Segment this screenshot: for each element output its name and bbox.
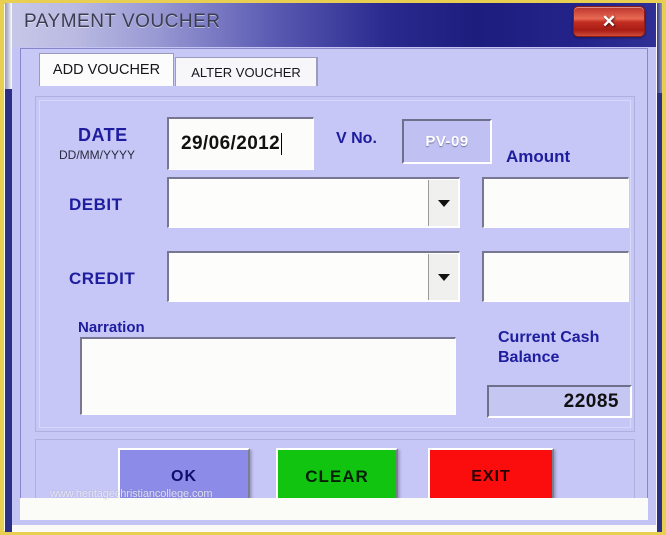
tab-alter-voucher-label: ALTER VOUCHER bbox=[191, 64, 301, 80]
close-button[interactable]: ✕ bbox=[573, 6, 645, 37]
credit-dropdown[interactable] bbox=[167, 251, 460, 302]
cash-balance-display: 22085 bbox=[487, 385, 632, 418]
tab-add-voucher-label: ADD VOUCHER bbox=[52, 62, 161, 78]
tab-add-voucher[interactable]: ADD VOUCHER bbox=[39, 53, 174, 86]
cash-balance-label: Current Cash Balance bbox=[498, 329, 600, 366]
debit-label: DEBIT bbox=[69, 195, 123, 214]
payment-voucher-window: PAYMENT VOUCHER ✕ ADD VOUCHER ALTER VOUC… bbox=[12, 3, 656, 525]
ok-button-label: OK bbox=[171, 468, 197, 485]
tab-strip-filler bbox=[317, 57, 643, 86]
date-input[interactable]: 29/06/2012 bbox=[167, 117, 314, 170]
watermark-text: www.heritagechristiancollege.com bbox=[50, 488, 213, 500]
screenshot-root: PAYMENT VOUCHER ✕ ADD VOUCHER ALTER VOUC… bbox=[0, 0, 666, 535]
debit-dropdown[interactable] bbox=[167, 177, 460, 228]
narration-label: Narration bbox=[78, 319, 145, 336]
date-label: DATE bbox=[78, 125, 128, 145]
cash-balance-value: 22085 bbox=[563, 390, 619, 412]
title-bar[interactable]: PAYMENT VOUCHER ✕ bbox=[12, 3, 656, 47]
voucher-no-value: PV-09 bbox=[425, 133, 469, 150]
window-bottom-strip bbox=[20, 498, 648, 520]
tab-strip: ADD VOUCHER ALTER VOUCHER bbox=[25, 53, 643, 86]
window-title: PAYMENT VOUCHER bbox=[24, 11, 221, 32]
clear-button-label: CLEAR bbox=[305, 467, 369, 486]
credit-label: CREDIT bbox=[69, 269, 136, 288]
date-input-value: 29/06/2012 bbox=[181, 133, 281, 154]
amount-label: Amount bbox=[506, 147, 571, 166]
close-icon: ✕ bbox=[601, 12, 617, 31]
voucher-no-display: PV-09 bbox=[402, 119, 492, 164]
debit-amount-input[interactable] bbox=[482, 177, 629, 228]
chevron-down-icon[interactable] bbox=[428, 180, 458, 226]
tab-container: ADD VOUCHER ALTER VOUCHER DATE DD/MM/YYY… bbox=[20, 48, 648, 520]
narration-textarea[interactable] bbox=[80, 337, 456, 415]
chevron-down-glyph bbox=[437, 273, 450, 281]
voucher-form-panel: DATE DD/MM/YYYY 29/06/2012 V No. PV-09 A… bbox=[35, 96, 635, 432]
credit-amount-input[interactable] bbox=[482, 251, 629, 302]
text-caret bbox=[281, 133, 283, 155]
chevron-down-glyph bbox=[437, 199, 450, 207]
voucher-no-label: V No. bbox=[336, 130, 377, 147]
exit-button-label: EXIT bbox=[471, 468, 511, 485]
tab-alter-voucher[interactable]: ALTER VOUCHER bbox=[175, 57, 317, 86]
chevron-down-icon[interactable] bbox=[428, 254, 458, 300]
date-format-hint: DD/MM/YYYY bbox=[59, 148, 136, 162]
